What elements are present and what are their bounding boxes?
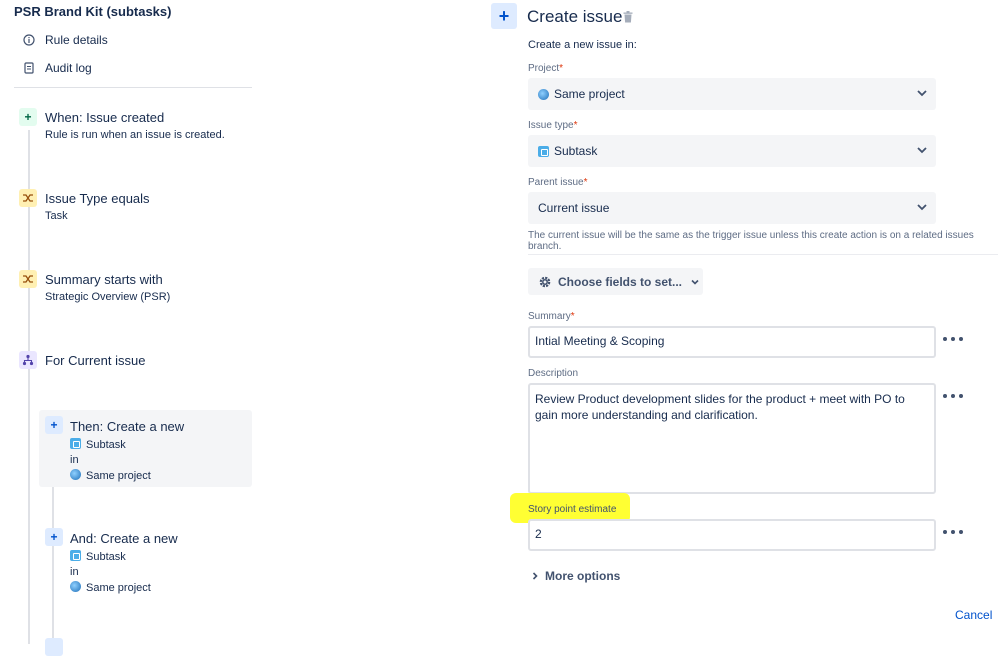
chevron-down-icon	[917, 90, 927, 97]
action-plus-icon: +	[45, 416, 63, 434]
issue-type-select[interactable]: Subtask	[528, 135, 936, 167]
more-options-toggle[interactable]: More options	[530, 569, 620, 583]
parent-issue-label: Parent issue*	[528, 177, 588, 188]
trigger-plus-icon: +	[19, 108, 37, 126]
subtask-icon	[538, 145, 549, 157]
sidebar-divider	[14, 87, 252, 88]
action1-title: Then: Create a new	[70, 419, 185, 434]
subtask-icon	[70, 550, 81, 561]
condition-shuffle-icon	[19, 189, 37, 207]
gear-icon	[539, 276, 551, 287]
action1-in: in	[70, 454, 79, 466]
condition-summary-value: Strategic Overview (PSR)	[45, 291, 171, 303]
project-label: Project*	[528, 63, 564, 74]
action2-type: Subtask	[70, 550, 126, 563]
story-point-label: Story point estimate	[528, 504, 617, 515]
chevron-right-icon	[532, 572, 538, 580]
action-plus-icon	[45, 638, 63, 656]
rule-title: PSR Brand Kit (subtasks)	[14, 4, 172, 19]
cancel-button[interactable]: Cancel	[955, 608, 992, 622]
action2-title[interactable]: And: Create a new	[70, 531, 178, 546]
action1-type: Subtask	[70, 438, 126, 451]
panel-title: Create issue	[527, 7, 623, 26]
condition-summary-title[interactable]: Summary starts with	[45, 272, 163, 287]
project-icon	[70, 581, 81, 592]
parent-issue-helper: The current issue will be the same as th…	[528, 230, 974, 252]
trash-icon[interactable]	[623, 10, 633, 23]
audit-log-link[interactable]: Audit log	[22, 61, 92, 75]
condition-issue-type-title[interactable]: Issue Type equals	[45, 191, 150, 206]
issue-type-label: Issue type*	[528, 120, 578, 131]
issue-type-value: Subtask	[554, 144, 598, 158]
story-point-field[interactable]: 2	[528, 519, 936, 551]
story-point-more-icon[interactable]	[943, 526, 963, 538]
info-icon	[22, 33, 36, 47]
parent-issue-select[interactable]: Current issue	[528, 192, 936, 224]
subtask-icon	[70, 438, 81, 449]
project-value: Same project	[554, 87, 625, 101]
condition-shuffle-icon	[19, 270, 37, 288]
action2-in: in	[70, 566, 79, 578]
summary-more-icon[interactable]	[943, 333, 963, 345]
trigger-title[interactable]: When: Issue created	[45, 110, 164, 125]
summary-label: Summary*	[528, 311, 575, 322]
choose-fields-label: Choose fields to set...	[558, 274, 683, 289]
project-select[interactable]: Same project	[528, 78, 936, 110]
branch-title[interactable]: For Current issue	[45, 353, 145, 368]
trigger-subtitle: Rule is run when an issue is created.	[45, 129, 225, 141]
summary-field[interactable]: Intial Meeting & Scoping	[528, 326, 936, 358]
add-component-button[interactable]: +	[491, 3, 517, 29]
form-divider	[528, 254, 998, 255]
action-plus-icon: +	[45, 528, 63, 546]
chevron-down-icon	[691, 279, 699, 285]
choose-fields-button[interactable]: Choose fields to set...	[528, 268, 703, 295]
chevron-down-icon	[917, 204, 927, 211]
create-intro: Create a new issue in:	[528, 39, 637, 51]
description-more-icon[interactable]	[943, 390, 963, 402]
audit-log-label: Audit log	[45, 61, 92, 75]
project-icon	[538, 88, 549, 100]
project-icon	[70, 469, 81, 480]
rule-details-link[interactable]: Rule details	[22, 33, 108, 47]
chevron-down-icon	[917, 147, 927, 154]
flow-timeline	[28, 130, 30, 644]
parent-issue-value: Current issue	[538, 201, 610, 215]
log-icon	[22, 61, 36, 75]
condition-issue-type-value: Task	[45, 210, 68, 222]
action1-project: Same project	[70, 469, 151, 482]
action2-project: Same project	[70, 581, 151, 594]
description-field[interactable]: Review Product development slides for th…	[528, 383, 936, 494]
description-label: Description	[528, 368, 579, 379]
branch-icon	[19, 351, 37, 369]
rule-details-label: Rule details	[45, 33, 108, 47]
more-options-label: More options	[545, 569, 621, 583]
